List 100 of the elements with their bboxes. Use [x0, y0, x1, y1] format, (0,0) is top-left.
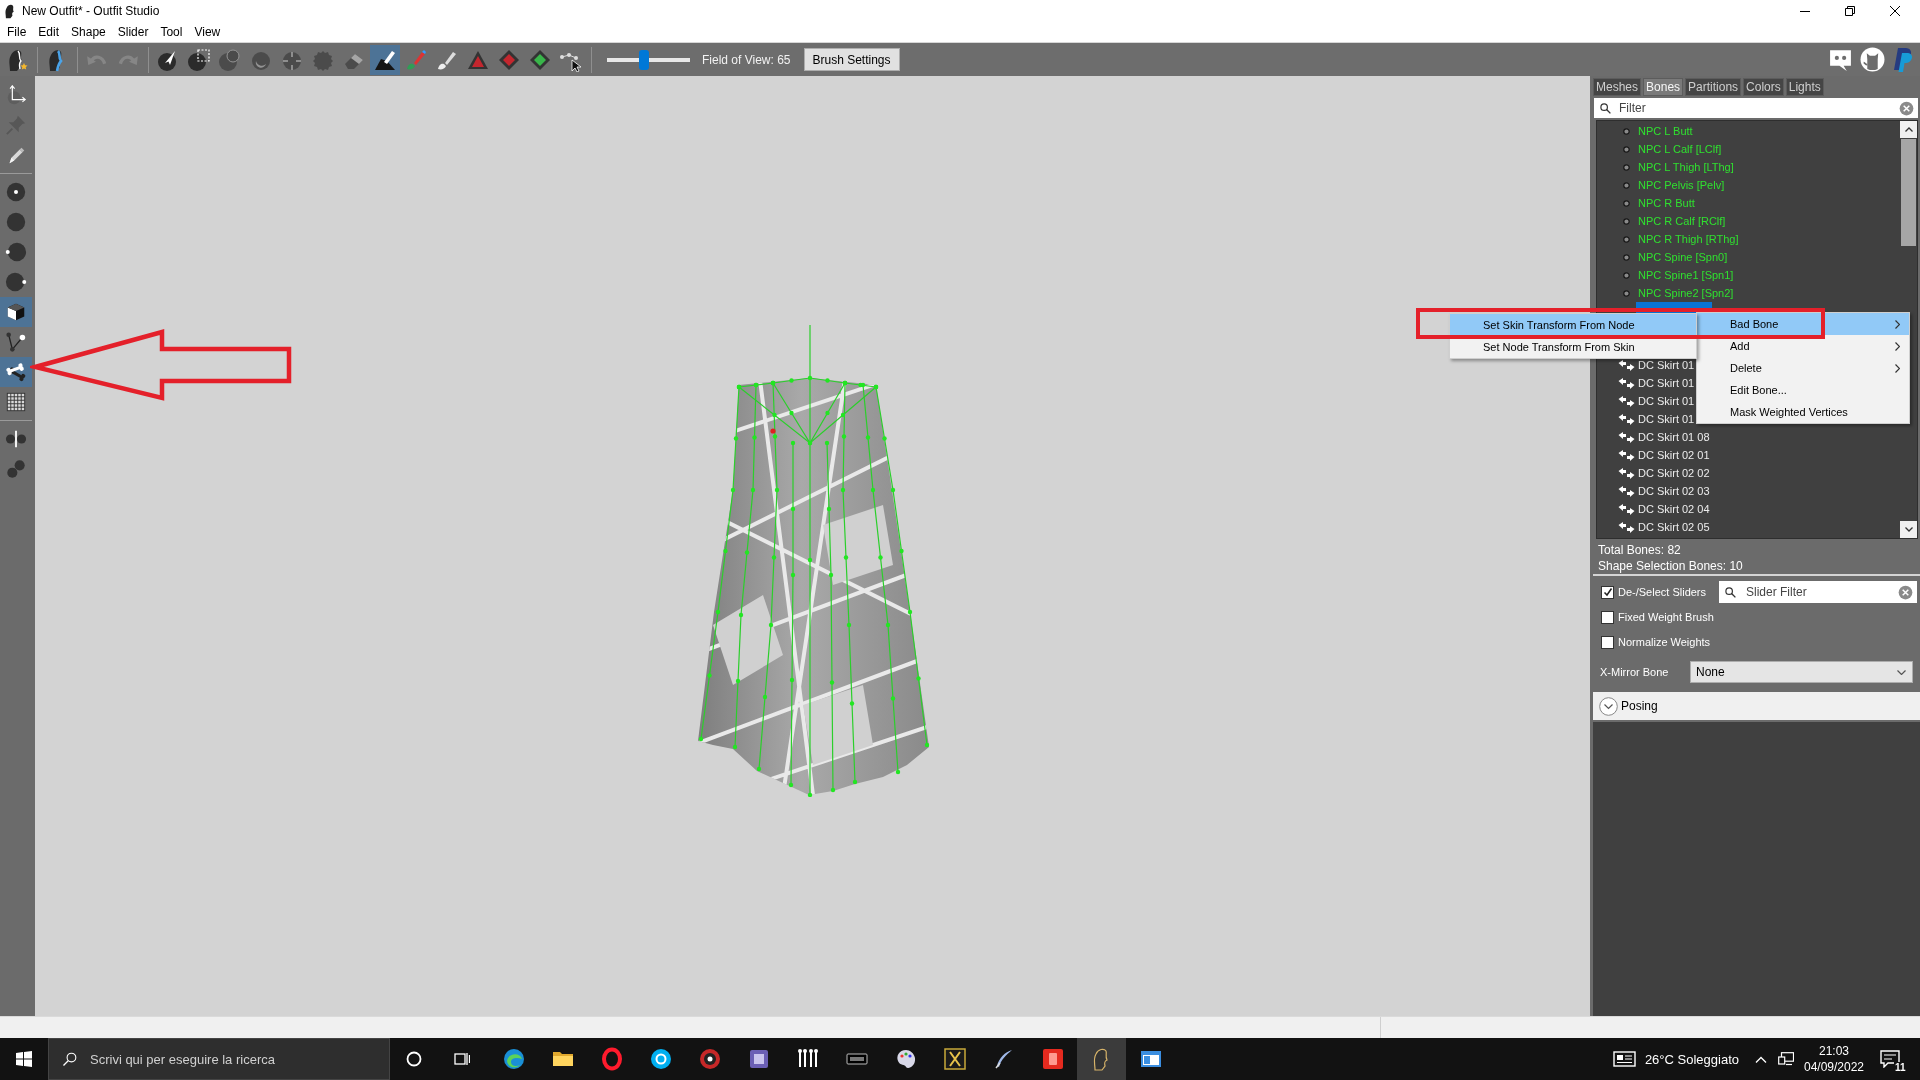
chevron-right-icon: [1895, 341, 1900, 351]
p-shape-icon[interactable]: [1892, 46, 1914, 73]
slider-filter-field[interactable]: Slider Filter: [1719, 581, 1917, 603]
four-panes-icon: [16, 1051, 32, 1067]
notifications-button[interactable]: 11: [1870, 1038, 1910, 1080]
axes-icon: [5, 84, 27, 106]
ring-bullet-icon: [1623, 271, 1630, 279]
target-icon: [697, 1047, 722, 1071]
cat-circle-icon[interactable]: [1860, 47, 1885, 72]
chevron-up-icon: [1904, 127, 1913, 132]
bone-name[interactable]: DC Skirt 02 04: [1636, 503, 1712, 515]
clear-icon: [1899, 100, 1914, 116]
bone-name[interactable]: NPC L Calf [LClf]: [1636, 143, 1724, 155]
chevron-up-icon: [1755, 1055, 1767, 1063]
scroll-down-button[interactable]: [1900, 521, 1917, 538]
posing-header[interactable]: Posing: [1593, 692, 1920, 720]
filter-field[interactable]: Filter: [1594, 98, 1918, 118]
scroll-thumb[interactable]: [1901, 139, 1916, 246]
menu-item[interactable]: Delete: [1697, 357, 1909, 379]
chat-bubble-icon[interactable]: [1828, 47, 1853, 72]
tool-button[interactable]: [370, 44, 400, 75]
bones-icon: [5, 361, 27, 383]
search-field[interactable]: Scrivi qui per eseguire la ricerca: [48, 1038, 390, 1080]
circle-icon: [5, 211, 27, 233]
arrows-icon: [1618, 503, 1635, 515]
ring-bullet-icon: [1623, 235, 1630, 243]
chevron-circle-icon: [1599, 696, 1618, 716]
panel-tab[interactable]: Lights: [1785, 78, 1824, 96]
menu-item[interactable]: Bad Bone: [1697, 313, 1909, 335]
bone-name[interactable]: DC Skirt 01: [1636, 359, 1697, 371]
two-circles-icon: [5, 458, 27, 480]
chevron-right-icon: [1895, 319, 1900, 329]
panel-tab[interactable]: Bones: [1643, 78, 1684, 96]
bone-name[interactable]: NPC L Butt: [1636, 125, 1695, 137]
ring-bullet-icon: [1623, 217, 1630, 225]
bone-dropdown[interactable]: None: [1690, 661, 1913, 683]
bust-icon: [4, 3, 15, 19]
bone-name[interactable]: DC Skirt 02 05: [1636, 521, 1712, 533]
bubble-circle-icon: [218, 47, 242, 72]
ring-bullet-icon: [1623, 127, 1630, 135]
menu-item[interactable]: Edit Bone...: [1697, 379, 1909, 401]
scroll-up-button[interactable]: [1900, 121, 1917, 138]
menu-item[interactable]: Slider: [111, 23, 155, 41]
menu-item[interactable]: File: [1, 23, 33, 41]
menu-item[interactable]: View: [188, 23, 227, 41]
checkbox[interactable]: [1601, 610, 1614, 624]
weather-button[interactable]: 26°C Soleggiato: [1606, 1038, 1745, 1080]
clock-button[interactable]: 21:03 04/09/2022: [1798, 1038, 1870, 1080]
bone-name[interactable]: NPC Spine [Spn0]: [1636, 251, 1730, 263]
bone-name[interactable]: DC Skirt 02 02: [1636, 467, 1712, 479]
bone-name[interactable]: NPC Pelvis [Pelv]: [1636, 179, 1727, 191]
ring-bullet-icon: [1623, 199, 1630, 207]
bone-name[interactable]: NPC R Thigh [RThg]: [1636, 233, 1741, 245]
bone-name[interactable]: DC Skirt 01: [1636, 413, 1697, 425]
bone-name[interactable]: NPC R Calf [RClf]: [1636, 215, 1728, 227]
arrows-icon: [1618, 377, 1635, 389]
slider-thumb[interactable]: [639, 49, 650, 70]
bone-name[interactable]: NPC Spine2 [Spn2]: [1636, 287, 1736, 299]
shape-selection-bones-label: Shape Selection Bones: 10: [1598, 558, 1744, 574]
menu-item[interactable]: Edit: [32, 23, 66, 41]
square-tile-icon: [1040, 1047, 1065, 1071]
bone-name[interactable]: NPC Spine1 [Spn1]: [1636, 269, 1736, 281]
newspaper-icon: [1612, 1051, 1636, 1067]
diamond-icon: [528, 47, 552, 72]
redo-icon: [117, 53, 139, 66]
bone-name[interactable]: DC Skirt 01: [1636, 395, 1697, 407]
arrows-icon: [1618, 449, 1635, 461]
menu-item[interactable]: Set Node Transform From Skin: [1450, 336, 1696, 358]
panel-tab[interactable]: Partitions: [1685, 78, 1742, 96]
menu-item[interactable]: Set Skin Transform From Node: [1450, 314, 1696, 336]
brush-settings-button[interactable]: Brush Settings: [803, 48, 900, 71]
tool-button[interactable]: [0, 357, 32, 387]
panel-tab[interactable]: Colors: [1743, 78, 1784, 96]
bone-name[interactable]: DC Skirt 01: [1636, 377, 1697, 389]
ring-bullet-icon: [1623, 163, 1630, 171]
tool-button[interactable]: [0, 297, 32, 327]
panel-tab[interactable]: Meshes: [1593, 78, 1642, 96]
bone-name[interactable]: DC Skirt 01 08: [1636, 431, 1712, 443]
bone-name[interactable]: DC Skirt 02 01: [1636, 449, 1712, 461]
dot-circle-icon: [5, 271, 27, 293]
menu-item[interactable]: Mask Weighted Vertices: [1697, 401, 1909, 423]
menu-item[interactable]: Shape: [65, 23, 112, 41]
chevron-down-icon: [1904, 527, 1913, 532]
checkbox[interactable]: [1601, 585, 1614, 599]
dot-circle-icon: [5, 181, 27, 203]
menu-item[interactable]: Tool: [154, 23, 189, 41]
checkbox-label: De-/Select Sliders: [1618, 586, 1707, 598]
ring-bullet-icon: [1623, 181, 1630, 189]
menu-item[interactable]: Add: [1697, 335, 1909, 357]
search-icon: [1599, 101, 1612, 115]
connected-dots-icon: [5, 331, 27, 353]
bone-name[interactable]: DC Skirt 02 03: [1636, 485, 1712, 497]
bone-name[interactable]: NPC R Butt: [1636, 197, 1697, 209]
ring-icon: [406, 1051, 422, 1067]
checkbox[interactable]: [1601, 635, 1614, 649]
ring-bullet-icon: [1623, 253, 1630, 261]
mirror-dots-icon: [5, 428, 27, 450]
monitor-icon: [1778, 1052, 1794, 1066]
dot-circle-icon: [5, 241, 27, 263]
bone-name[interactable]: NPC L Thigh [LThg]: [1636, 161, 1736, 173]
